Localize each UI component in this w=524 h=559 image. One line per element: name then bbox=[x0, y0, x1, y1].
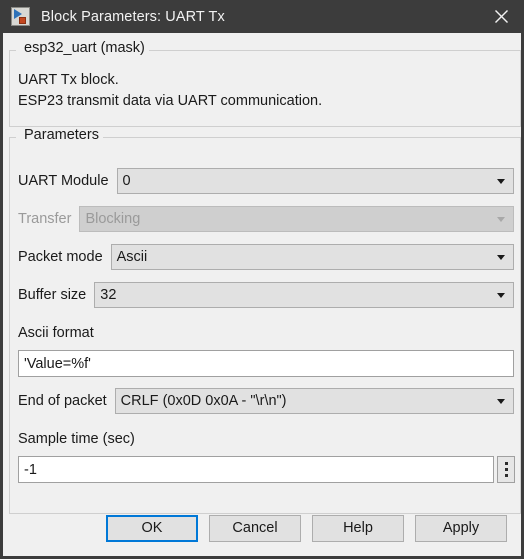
window-title: Block Parameters: UART Tx bbox=[41, 8, 225, 25]
close-icon[interactable] bbox=[478, 0, 524, 33]
chevron-down-icon bbox=[497, 179, 505, 184]
chevron-down-icon bbox=[497, 293, 505, 298]
combobox-end-of-packet-value: CRLF (0x0D 0x0A - "\r\n") bbox=[120, 393, 287, 409]
combobox-buffer-size-value: 32 bbox=[100, 287, 117, 303]
label-end-of-packet: End of packet bbox=[18, 393, 107, 409]
vertical-ellipsis-icon bbox=[504, 468, 508, 471]
label-ascii-format: Ascii format bbox=[18, 325, 94, 341]
field-row-transfer: Transfer Blocking bbox=[18, 206, 514, 232]
chevron-down-icon bbox=[497, 255, 505, 260]
apply-button[interactable]: Apply bbox=[415, 514, 507, 542]
combobox-transfer: Blocking bbox=[79, 206, 514, 232]
combobox-packet-mode[interactable]: Ascii bbox=[110, 244, 514, 270]
input-ascii-format-value: 'Value=%f' bbox=[24, 355, 91, 372]
input-sample-time[interactable]: -1 bbox=[18, 456, 494, 483]
title-bar: Block Parameters: UART Tx bbox=[0, 0, 524, 33]
label-sample-time: Sample time (sec) bbox=[18, 431, 135, 447]
combobox-transfer-value: Blocking bbox=[85, 211, 141, 227]
sample-time-more-options-button[interactable] bbox=[497, 456, 515, 483]
help-button[interactable]: Help bbox=[312, 514, 404, 542]
cancel-button[interactable]: Cancel bbox=[209, 514, 301, 542]
field-row-buffer-size: Buffer size 32 bbox=[18, 282, 514, 308]
ok-button[interactable]: OK bbox=[106, 514, 198, 542]
input-ascii-format[interactable]: 'Value=%f' bbox=[18, 350, 514, 377]
label-packet-mode: Packet mode bbox=[18, 249, 103, 265]
parameters-group-legend: Parameters bbox=[22, 127, 103, 143]
description-text: UART Tx block. ESP23 transmit data via U… bbox=[18, 70, 322, 112]
combobox-uart-module[interactable]: 0 bbox=[116, 168, 514, 194]
vertical-ellipsis-icon bbox=[504, 474, 508, 477]
field-row-packet-mode: Packet mode Ascii bbox=[18, 244, 514, 270]
combobox-end-of-packet[interactable]: CRLF (0x0D 0x0A - "\r\n") bbox=[114, 388, 514, 414]
label-transfer: Transfer bbox=[18, 211, 72, 227]
description-group: esp32_uart (mask) UART Tx block. ESP23 t… bbox=[9, 40, 521, 127]
combobox-uart-module-value: 0 bbox=[122, 173, 131, 189]
input-sample-time-value: -1 bbox=[24, 461, 37, 478]
description-line-1: UART Tx block. bbox=[18, 72, 119, 88]
combobox-buffer-size[interactable]: 32 bbox=[94, 282, 514, 308]
dialog-button-bar: OK Cancel Help Apply bbox=[3, 500, 521, 556]
field-row-end-of-packet: End of packet CRLF (0x0D 0x0A - "\r\n") bbox=[18, 388, 514, 414]
field-row-uart-module: UART Module 0 bbox=[18, 168, 514, 194]
vertical-ellipsis-icon bbox=[504, 462, 508, 465]
parameters-group: Parameters UART Module 0 Transfer Blocki… bbox=[9, 127, 521, 514]
simulink-block-icon bbox=[11, 7, 30, 26]
description-group-legend: esp32_uart (mask) bbox=[22, 40, 149, 56]
chevron-down-icon bbox=[497, 217, 505, 222]
label-uart-module: UART Module bbox=[18, 173, 109, 189]
chevron-down-icon bbox=[497, 399, 505, 404]
block-parameters-dialog: Block Parameters: UART Tx esp32_uart (ma… bbox=[0, 0, 524, 559]
dialog-content: esp32_uart (mask) UART Tx block. ESP23 t… bbox=[3, 33, 521, 556]
label-buffer-size: Buffer size bbox=[18, 287, 87, 303]
description-line-2: ESP23 transmit data via UART communicati… bbox=[18, 93, 323, 109]
combobox-packet-mode-value: Ascii bbox=[116, 249, 148, 265]
